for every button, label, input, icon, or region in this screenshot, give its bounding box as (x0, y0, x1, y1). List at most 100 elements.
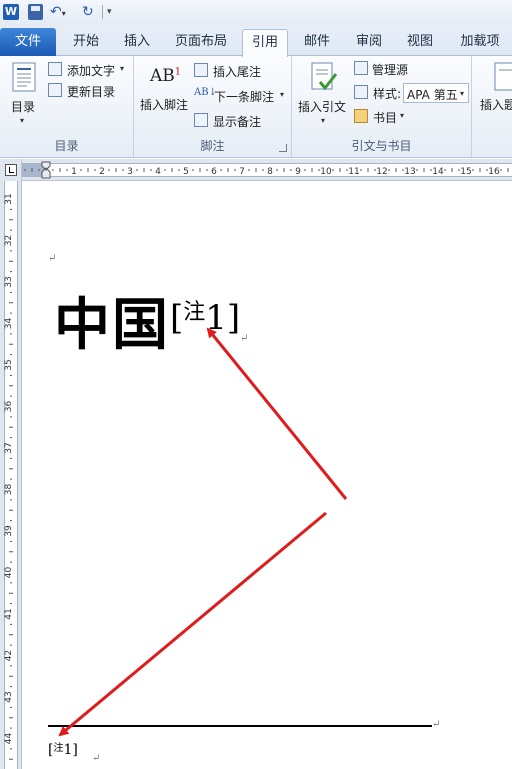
paragraph-mark: ↵ (240, 333, 249, 344)
next-footnote-label: 下一条脚注 (214, 90, 275, 104)
tab-add-ins[interactable]: 加载项 (452, 29, 508, 56)
citations-group: 插入引文 ▾ 管理源 样式: APA 第五 ▾ 书目 ▾ 引文与书目 (292, 56, 472, 157)
ruler-label: 1 (71, 167, 77, 177)
manage-sources-label: 管理源 (372, 63, 409, 77)
tab-file[interactable]: 文件 (0, 28, 56, 56)
chevron-down-icon: ▾ (20, 116, 25, 125)
ruler-label: 2 (99, 167, 105, 177)
ruler-label: 31 (4, 193, 14, 204)
ruler-label: 3 (127, 167, 133, 177)
ruler-label: 40 (4, 567, 14, 579)
ruler-label: 14 (432, 167, 444, 177)
redo-icon[interactable]: ↻ (82, 4, 96, 20)
tab-selector[interactable] (0, 159, 22, 181)
customize-qat-icon[interactable]: ▾ (107, 4, 117, 20)
arrow-to-footnote (58, 511, 327, 737)
insert-endnote-icon (194, 63, 208, 77)
chevron-down-icon: ▾ (280, 90, 285, 99)
paragraph-mark: ↵ (92, 753, 101, 764)
document-page[interactable]: ↵ 中国 [注1] ↵ ↵ [注1] ↵ (22, 181, 512, 769)
update-toc-button[interactable]: 更新目录 (48, 82, 130, 100)
ruler-label: 16 (488, 167, 500, 177)
next-footnote-button[interactable]: AB↓ 下一条脚注 ▾ (194, 87, 290, 105)
footnote-text[interactable]: [注1] (48, 739, 78, 758)
vertical-ruler[interactable]: 31 32 33 34 35 36 37 38 39 40 41 42 43 44 (0, 181, 22, 769)
note-label: 注 (183, 300, 206, 325)
annotation-arrows (58, 327, 348, 737)
ruler-label: 13 (404, 167, 415, 177)
dialog-launcher-icon[interactable] (279, 144, 287, 152)
bibliography-icon (354, 109, 368, 123)
toc-group: 目录 ▾ 添加文字 ▾ 更新目录 目录 (0, 56, 134, 157)
note-number: 1] (63, 742, 78, 758)
show-notes-icon (194, 113, 208, 127)
tab-review[interactable]: 审阅 (348, 29, 390, 56)
tab-home[interactable]: 开始 (64, 29, 108, 56)
update-toc-icon (48, 83, 62, 97)
chevron-down-icon: ▾ (321, 116, 326, 125)
ruler-label: 36 (4, 401, 14, 413)
tab-insert[interactable]: 插入 (116, 29, 158, 56)
horizontal-ruler[interactable]: 1 2 3 4 5 6 7 8 9 10 11 12 13 14 15 16 (22, 159, 512, 181)
ruler-label: 6 (211, 167, 217, 177)
manage-sources-icon (354, 61, 368, 75)
style-label: 样式: (373, 87, 402, 101)
ruler-label: 44 (4, 733, 14, 745)
ruler-label: 8 (267, 167, 273, 177)
insert-caption-label: 插入题 (480, 98, 512, 112)
ruler-ticks: 1 2 3 4 5 6 7 8 9 10 11 12 13 14 15 16 (24, 161, 509, 179)
chevron-down-icon: ▾ (460, 89, 465, 98)
save-icon[interactable] (28, 4, 43, 20)
ruler-label: 39 (4, 525, 14, 537)
ruler-label: 43 (4, 691, 14, 702)
bibliography-label: 书目 (373, 111, 398, 125)
undo-icon[interactable]: ↶▾ (50, 4, 70, 20)
insert-endnote-button[interactable]: 插入尾注 (194, 62, 288, 80)
ruler-label: 33 (4, 276, 14, 287)
note-number: 1] (205, 298, 241, 338)
captions-group: 插入题 (472, 56, 512, 157)
toc-button-label: 目录 (11, 100, 36, 114)
insert-citation-button[interactable]: 插入引文 ▾ (296, 60, 352, 130)
heading-text[interactable]: 中国 (54, 293, 170, 357)
style-selector: 样式: APA 第五 ▾ (354, 83, 470, 103)
ruler-label: 34 (4, 318, 14, 330)
ruler-label: 5 (183, 167, 189, 177)
chevron-down-icon: ▾ (120, 64, 125, 73)
note-label: 注 (53, 743, 64, 754)
ribbon: 目录 ▾ 添加文字 ▾ 更新目录 目录 AB1 插入脚注 插入尾注 AB↓ 下一… (0, 56, 512, 158)
style-dropdown[interactable]: APA 第五 ▾ (403, 83, 469, 103)
paragraph-mark: ↵ (432, 719, 441, 730)
tab-mailings[interactable]: 邮件 (296, 29, 338, 56)
footnote-separator (48, 725, 432, 727)
qat-separator (102, 5, 103, 19)
ruler-label: 15 (460, 167, 471, 177)
ribbon-tabs: 文件 开始 插入 页面布局 引用 邮件 审阅 视图 加载项 (0, 26, 512, 57)
insert-caption-button[interactable]: 插入题 (478, 60, 512, 116)
citations-group-label: 引文与书目 (351, 139, 412, 153)
manage-sources-button[interactable]: 管理源 (354, 60, 434, 78)
tab-view[interactable]: 视图 (399, 29, 441, 56)
footnote-reference[interactable]: [注1] (170, 293, 240, 338)
ruler-label: 9 (295, 167, 301, 177)
toc-button[interactable]: 目录 ▾ (6, 60, 42, 130)
word-logo-icon: W (3, 4, 19, 20)
tab-references[interactable]: 引用 (242, 29, 288, 57)
chevron-down-icon: ▾ (400, 111, 405, 120)
ruler-label: 12 (376, 167, 387, 177)
paragraph-mark: ↵ (48, 253, 57, 264)
ruler-label: 42 (4, 650, 14, 661)
insert-citation-icon (311, 62, 338, 91)
indent-marker-icon[interactable] (41, 161, 51, 179)
show-notes-button[interactable]: 显示备注 (194, 112, 288, 130)
footnote-group-label: 脚注 (200, 139, 225, 153)
bibliography-button[interactable]: 书目 ▾ (354, 108, 414, 126)
tab-page-layout[interactable]: 页面布局 (168, 29, 234, 56)
toc-group-label: 目录 (54, 139, 79, 153)
insert-footnote-button[interactable]: AB1 插入脚注 (138, 60, 192, 116)
quick-access-toolbar: W ↶▾ ↻ ▾ (0, 0, 512, 26)
toc-icon (12, 62, 36, 92)
add-text-button[interactable]: 添加文字 ▾ (48, 61, 130, 79)
footnote-group: AB1 插入脚注 插入尾注 AB↓ 下一条脚注 ▾ 显示备注 脚注 (134, 56, 292, 157)
ruler-label: 4 (155, 167, 161, 177)
